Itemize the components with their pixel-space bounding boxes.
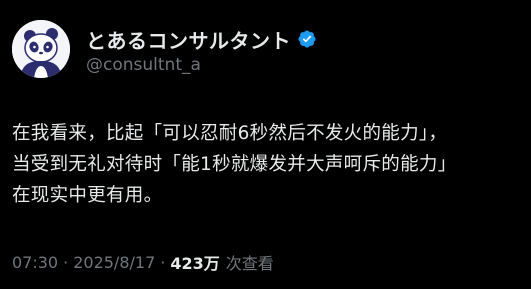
verified-badge-icon[interactable] bbox=[297, 29, 317, 49]
post-card: とあるコンサルタント @consultnt_a 在我看来，比起「可以忍耐6秒然后… bbox=[0, 0, 531, 289]
panda-avatar-icon bbox=[12, 20, 70, 78]
post-text-line: 在现实中更有用。 bbox=[12, 185, 163, 206]
author-name-row: とあるコンサルタント bbox=[86, 25, 317, 54]
post-time[interactable]: 07:30 bbox=[12, 253, 58, 272]
author-display-name[interactable]: とあるコンサルタント bbox=[86, 25, 291, 54]
post-text-line: 在我看来，比起「可以忍耐6秒然后不发火的能力」， bbox=[12, 123, 448, 144]
meta-separator: · bbox=[160, 252, 166, 272]
views-count: 423万 bbox=[170, 254, 220, 273]
post-text-line: 当受到无礼对待时「能1秒就爆发并大声呵斥的能力」 bbox=[12, 154, 457, 175]
avatar[interactable] bbox=[12, 20, 70, 78]
author-handle[interactable]: @consultnt_a bbox=[86, 55, 201, 75]
meta-separator: · bbox=[63, 252, 69, 272]
post-text: 在我看来，比起「可以忍耐6秒然后不发火的能力」， 当受到无礼对待时「能1秒就爆发… bbox=[12, 118, 524, 211]
post-date[interactable]: 2025/8/17 bbox=[73, 253, 155, 272]
views-label: 次查看 bbox=[225, 254, 274, 273]
post-meta: 07:30 · 2025/8/17 · 423万 次查看 bbox=[12, 250, 274, 274]
